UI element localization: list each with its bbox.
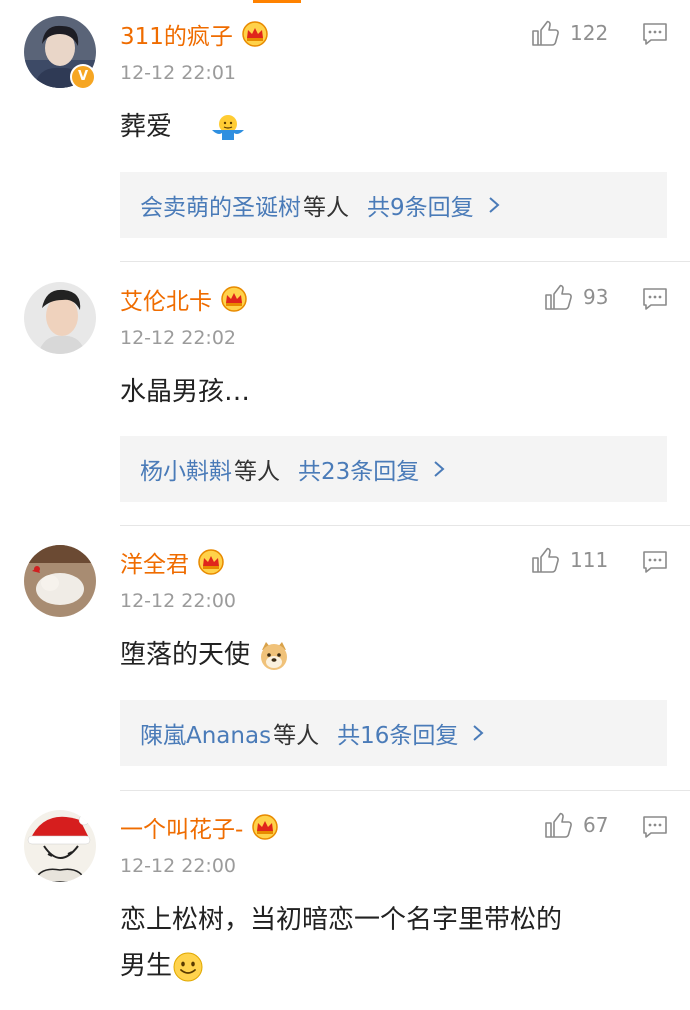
username[interactable]: 311的疯子 [120, 17, 233, 51]
thumbs-up-icon [532, 547, 559, 573]
thumbs-up-icon [545, 812, 572, 838]
reply-summary[interactable]: 杨小斢斢 等人 共23条回复 [120, 436, 667, 502]
reply-count-link[interactable]: 共16条回复 [337, 716, 458, 750]
crown-badge-icon [252, 814, 279, 840]
username[interactable]: 洋全君 [120, 545, 189, 579]
avatar[interactable] [24, 545, 96, 617]
timestamp: 12-12 22:00 [120, 855, 237, 877]
comment-text: 恋上松树，当初暗恋一个名字里带松的 男生 [120, 905, 563, 981]
comment-item: 洋全君 12-12 22:00 111 堕落的天使 陳嵐Ananas 等人 共1… [0, 527, 690, 791]
crown-badge-icon [221, 286, 247, 312]
comment-icon[interactable] [642, 815, 668, 839]
username[interactable]: 一个叫花子- [120, 810, 243, 844]
reply-count-link[interactable]: 共23条回复 [298, 452, 419, 486]
chevron-right-icon [434, 461, 445, 477]
reply-summary[interactable]: 陳嵐Ananas 等人 共16条回复 [120, 700, 667, 766]
chevron-right-icon [473, 725, 484, 741]
comment-text: 葬爱 [120, 104, 650, 150]
comment-icon[interactable] [642, 550, 668, 574]
like-count: 122 [570, 21, 609, 45]
comment-icon[interactable] [642, 287, 668, 311]
comment-item: 一个叫花子- 12-12 22:00 67 恋上松树，当初暗恋一个名字里带松的 … [0, 791, 690, 1010]
reply-summary[interactable]: 会卖萌的圣诞树 等人 共9条回复 [120, 172, 667, 238]
like-count: 111 [570, 548, 609, 572]
like-button[interactable]: 93 [543, 282, 608, 312]
like-count: 93 [583, 285, 609, 309]
username[interactable]: 艾伦北卡 [120, 282, 212, 316]
avatar[interactable] [24, 810, 96, 882]
comment-item: 艾伦北卡 12-12 22:02 93 水晶男孩… 杨小斢斢 等人 共23条回复 [0, 262, 690, 527]
shrug-emoji [212, 114, 245, 140]
like-button[interactable]: 111 [530, 545, 608, 575]
like-button[interactable]: 67 [543, 810, 608, 840]
verified-badge-icon: V [70, 64, 96, 90]
like-button[interactable]: 122 [530, 18, 608, 48]
reply-users[interactable]: 会卖萌的圣诞树 [140, 188, 301, 222]
avatar[interactable] [24, 282, 96, 354]
thumbs-up-icon [545, 284, 572, 310]
reply-count-link[interactable]: 共9条回复 [367, 188, 474, 222]
divider [120, 525, 690, 526]
comment-text: 水晶男孩… [120, 377, 251, 407]
crown-badge-icon [242, 21, 268, 47]
timestamp: 12-12 22:00 [120, 590, 237, 612]
smile-emoji [173, 952, 203, 981]
comment-icon[interactable] [642, 22, 668, 46]
reply-users[interactable]: 陳嵐Ananas [140, 716, 271, 750]
like-count: 67 [583, 813, 609, 837]
doge-emoji [261, 641, 288, 670]
comment-text: 堕落的天使 [120, 632, 650, 678]
comment-item: V 311的疯子 12-12 22:01 122 葬爱 会卖萌的圣诞树 等人 共… [0, 0, 690, 262]
chevron-right-icon [488, 197, 500, 213]
timestamp: 12-12 22:02 [120, 327, 237, 349]
thumbs-up-icon [532, 20, 559, 46]
timestamp: 12-12 22:01 [120, 62, 237, 84]
crown-badge-icon [198, 549, 224, 575]
reply-users[interactable]: 杨小斢斢 [140, 452, 232, 486]
